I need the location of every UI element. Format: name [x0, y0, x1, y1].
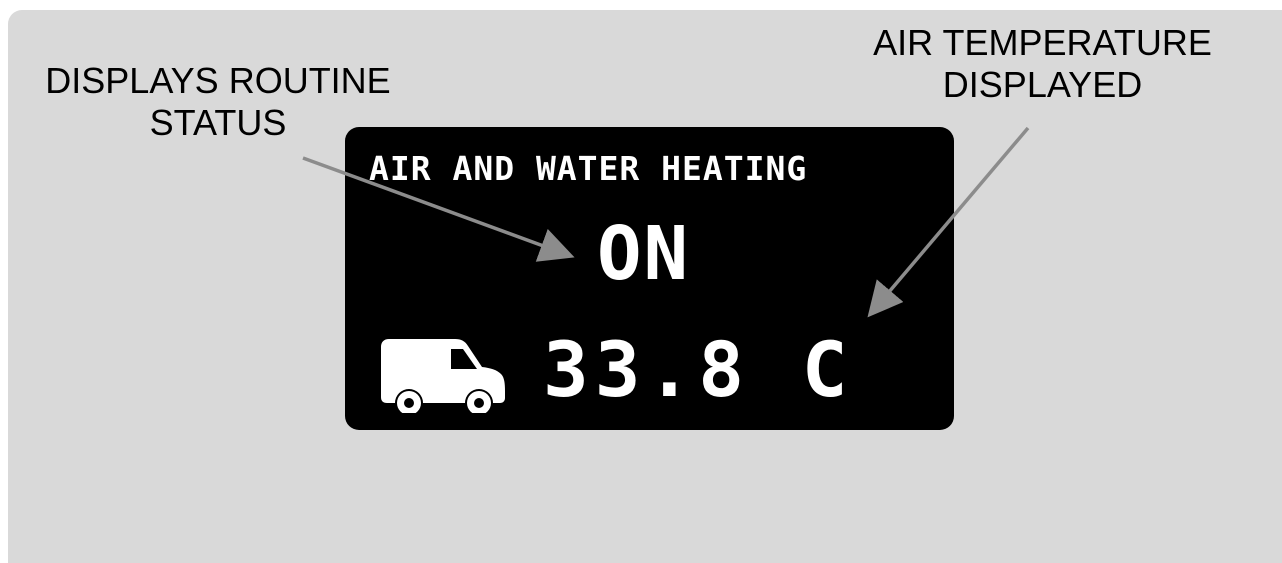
display-status: ON [597, 211, 691, 297]
display-temperature: 33.8 C [543, 325, 854, 414]
lcd-display: AIR AND WATER HEATING ON 33.8 C [345, 127, 954, 430]
air-temperature-callout: AIR TEMPERATURE DISPLAYED [845, 22, 1240, 106]
air-temperature-callout-line2: DISPLAYED [942, 64, 1143, 105]
routine-status-callout-line1: DISPLAYS ROUTINE [45, 60, 391, 101]
air-temperature-callout-line1: AIR TEMPERATURE [873, 22, 1212, 63]
display-title: AIR AND WATER HEATING [369, 149, 808, 188]
diagram-stage: DISPLAYS ROUTINE STATUS AIR TEMPERATURE … [0, 0, 1282, 563]
van-icon [381, 339, 505, 413]
